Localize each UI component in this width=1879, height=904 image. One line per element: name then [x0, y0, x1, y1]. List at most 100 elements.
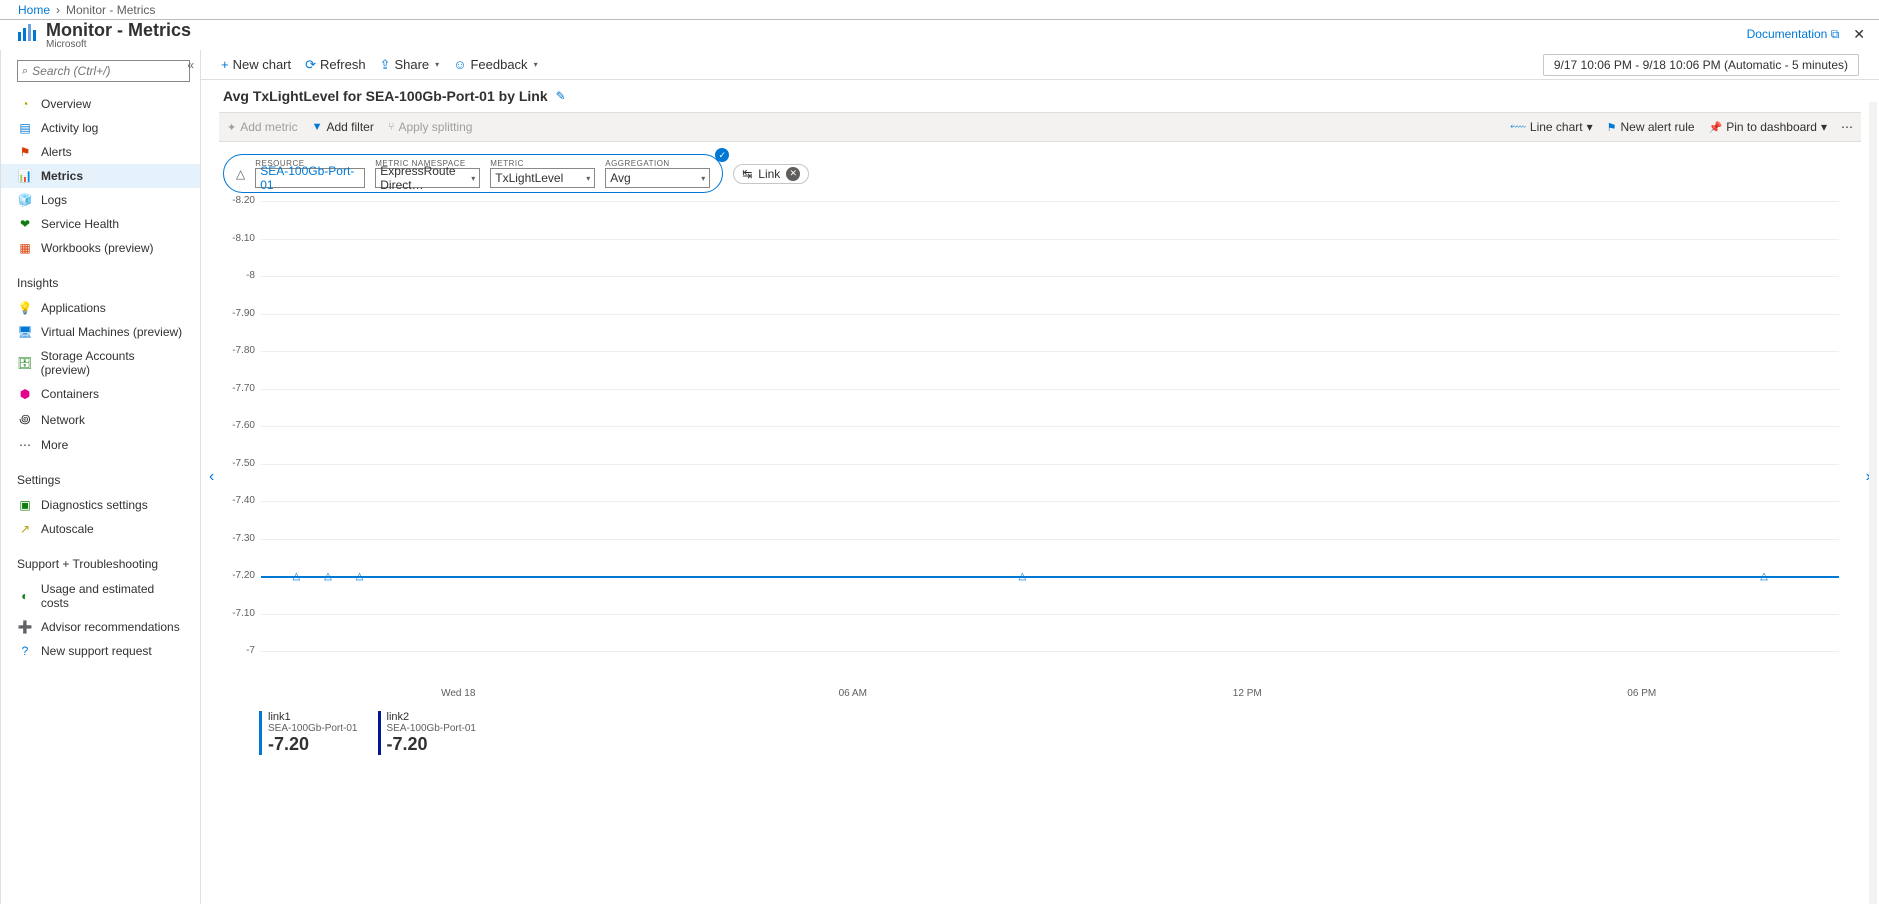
sidebar-item-usage-and-estimated-costs[interactable]: ◐Usage and estimated costs: [1, 577, 200, 615]
x-axis-label: 12 PM: [1050, 688, 1445, 699]
y-axis-label: -7.40: [223, 495, 255, 506]
namespace-selector[interactable]: METRIC NAMESPACE ExpressRoute Direct…▾: [375, 159, 480, 188]
sidebar-item-service-health[interactable]: ❤Service Health: [1, 212, 200, 236]
sidebar-item-activity-log[interactable]: ▤Activity log: [1, 116, 200, 140]
more-menu[interactable]: ⋯: [1841, 120, 1853, 134]
sidebar-item-label: Logs: [41, 193, 67, 207]
new-chart-button[interactable]: +New chart: [221, 57, 291, 72]
sidebar-item-icon: ⬢: [17, 387, 33, 401]
gridline: -8.20: [261, 201, 1839, 202]
legend-series-resource: SEA-100Gb-Port-01: [268, 723, 358, 734]
sidebar-item-label: Containers: [41, 387, 99, 401]
collapse-sidebar-icon[interactable]: «: [187, 58, 194, 72]
sidebar-item-label: Virtual Machines (preview): [41, 325, 182, 339]
x-axis-label: 06 AM: [656, 688, 1051, 699]
resource-type-icon: △: [236, 167, 245, 181]
documentation-link[interactable]: Documentation ⧉: [1747, 27, 1840, 42]
data-point-marker: △: [293, 571, 301, 582]
page-title: Monitor - Metrics: [46, 20, 191, 41]
sidebar-item-applications[interactable]: 💡Applications: [1, 296, 200, 320]
sidebar-item-icon: ◔: [17, 97, 33, 111]
chart-type-selector[interactable]: ⬳Line chart ▾: [1510, 120, 1592, 134]
line-chart-icon: ⬳: [1510, 121, 1526, 134]
sidebar-item-icon: ▦: [17, 241, 33, 255]
remove-filter-icon[interactable]: ✕: [786, 167, 800, 181]
sidebar-item-metrics[interactable]: 📊 Metrics: [1, 164, 200, 188]
sidebar-search-input[interactable]: [32, 64, 185, 78]
edit-icon[interactable]: ✎: [556, 89, 566, 103]
apply-splitting-button[interactable]: ⑂Apply splitting: [388, 120, 473, 134]
metric-toolbar: ✦Add metric ▼Add filter ⑂Apply splitting…: [219, 112, 1861, 142]
share-button[interactable]: ⇪Share▾: [380, 57, 440, 73]
scrollbar[interactable]: [1869, 102, 1877, 904]
resource-selector[interactable]: RESOURCE SEA-100Gb-Port-01: [255, 159, 365, 188]
gridline: -7.60: [261, 426, 1839, 427]
sidebar: « ⌕ ◔Overview▤Activity log⚑Alerts 📊 Metric…: [0, 50, 200, 904]
breadcrumb-home[interactable]: Home: [18, 3, 50, 17]
sidebar-item-icon: ▣: [17, 498, 33, 512]
x-axis-label: Wed 18: [261, 688, 656, 699]
sidebar-item-label: Workbooks (preview): [41, 241, 153, 255]
y-axis-label: -7.30: [223, 533, 255, 544]
monitor-icon: [16, 22, 38, 49]
sidebar-item-alerts[interactable]: ⚑Alerts: [1, 140, 200, 164]
toolbar: +New chart ⟳Refresh ⇪Share▾ ☺Feedback▾ 9…: [201, 50, 1879, 80]
aggregation-selector[interactable]: AGGREGATION Avg▾: [605, 159, 710, 188]
add-metric-icon: ✦: [227, 121, 236, 134]
refresh-button[interactable]: ⟳Refresh: [305, 57, 365, 73]
add-filter-button[interactable]: ▼Add filter: [312, 120, 374, 134]
gridline: -7: [261, 651, 1839, 652]
sidebar-item-logs[interactable]: 🧊Logs: [1, 188, 200, 212]
gridline: -7.70: [261, 389, 1839, 390]
new-alert-button[interactable]: ⚑New alert rule: [1607, 120, 1695, 134]
breadcrumb-current: Monitor - Metrics: [66, 3, 155, 17]
filter-pill-link[interactable]: ↹ Link ✕: [733, 164, 809, 184]
sidebar-item-workbooks-preview-[interactable]: ▦ Workbooks (preview): [1, 236, 200, 260]
add-metric-button[interactable]: ✦Add metric: [227, 120, 298, 134]
feedback-button[interactable]: ☺Feedback▾: [453, 57, 537, 72]
data-point-marker: △: [1018, 571, 1026, 582]
gridline: -7.80: [261, 351, 1839, 352]
sidebar-item-overview[interactable]: ◔Overview: [1, 92, 200, 116]
metric-selector[interactable]: METRIC TxLightLevel▾: [490, 159, 595, 188]
sidebar-item-icon: ◐: [17, 589, 33, 603]
close-icon[interactable]: ✕: [1853, 26, 1865, 43]
sidebar-item-diagnostics-settings[interactable]: ▣ Diagnostics settings: [1, 493, 200, 517]
filter-icon: ▼: [312, 121, 323, 133]
legend-item[interactable]: link2SEA-100Gb-Port-01-7.20: [378, 711, 477, 755]
sidebar-item-autoscale[interactable]: ↗Autoscale: [1, 517, 200, 541]
time-range-picker[interactable]: 9/17 10:06 PM - 9/18 10:06 PM (Automatic…: [1543, 54, 1859, 76]
legend-series-value: -7.20: [268, 734, 358, 755]
sidebar-item-label: Network: [41, 413, 85, 427]
gridline: -8.10: [261, 239, 1839, 240]
series-line: [261, 576, 1839, 578]
prev-chart-icon[interactable]: ‹: [209, 468, 214, 486]
pin-dashboard-button[interactable]: 📌Pin to dashboard ▾: [1709, 120, 1827, 134]
sidebar-item-more[interactable]: ⋯More: [1, 433, 200, 457]
sidebar-item-icon: 🗄: [17, 356, 33, 370]
y-axis-label: -7.20: [223, 570, 255, 581]
sidebar-item-icon: 📊: [17, 169, 33, 183]
y-axis-label: -7: [223, 645, 255, 656]
sidebar-item-network[interactable]: ꩜Network: [1, 406, 200, 433]
sidebar-item-icon: 🖥: [17, 325, 33, 339]
sidebar-item-storage-accounts-preview-[interactable]: 🗄Storage Accounts (preview): [1, 344, 200, 382]
sidebar-item-advisor-recommendations[interactable]: ➕Advisor recommendations: [1, 615, 200, 639]
pin-icon: 📌: [1709, 121, 1723, 134]
sidebar-item-label: Metrics: [41, 169, 83, 183]
sidebar-item-icon: ➕: [17, 620, 33, 634]
sidebar-item-label: Diagnostics settings: [41, 498, 148, 512]
sidebar-item-label: Service Health: [41, 217, 119, 231]
sidebar-group-header: Insights: [1, 270, 200, 296]
chevron-down-icon: ▾: [534, 60, 538, 69]
sidebar-group-header: Support + Troubleshooting: [1, 551, 200, 577]
share-icon: ⇪: [380, 57, 391, 73]
sidebar-item-containers[interactable]: ⬢ Containers: [1, 382, 200, 406]
sidebar-item-icon: ▤: [17, 121, 33, 135]
sidebar-item-new-support-request[interactable]: ?New support request: [1, 639, 200, 663]
breadcrumb: Home › Monitor - Metrics: [0, 0, 1879, 20]
sidebar-search[interactable]: ⌕: [17, 60, 190, 82]
legend-item[interactable]: link1SEA-100Gb-Port-01-7.20: [259, 711, 358, 755]
chart-area[interactable]: -8.20-8.10-8-7.90-7.80-7.70-7.60-7.50-7.…: [261, 201, 1839, 681]
sidebar-item-virtual-machines-preview-[interactable]: 🖥 Virtual Machines (preview): [1, 320, 200, 344]
